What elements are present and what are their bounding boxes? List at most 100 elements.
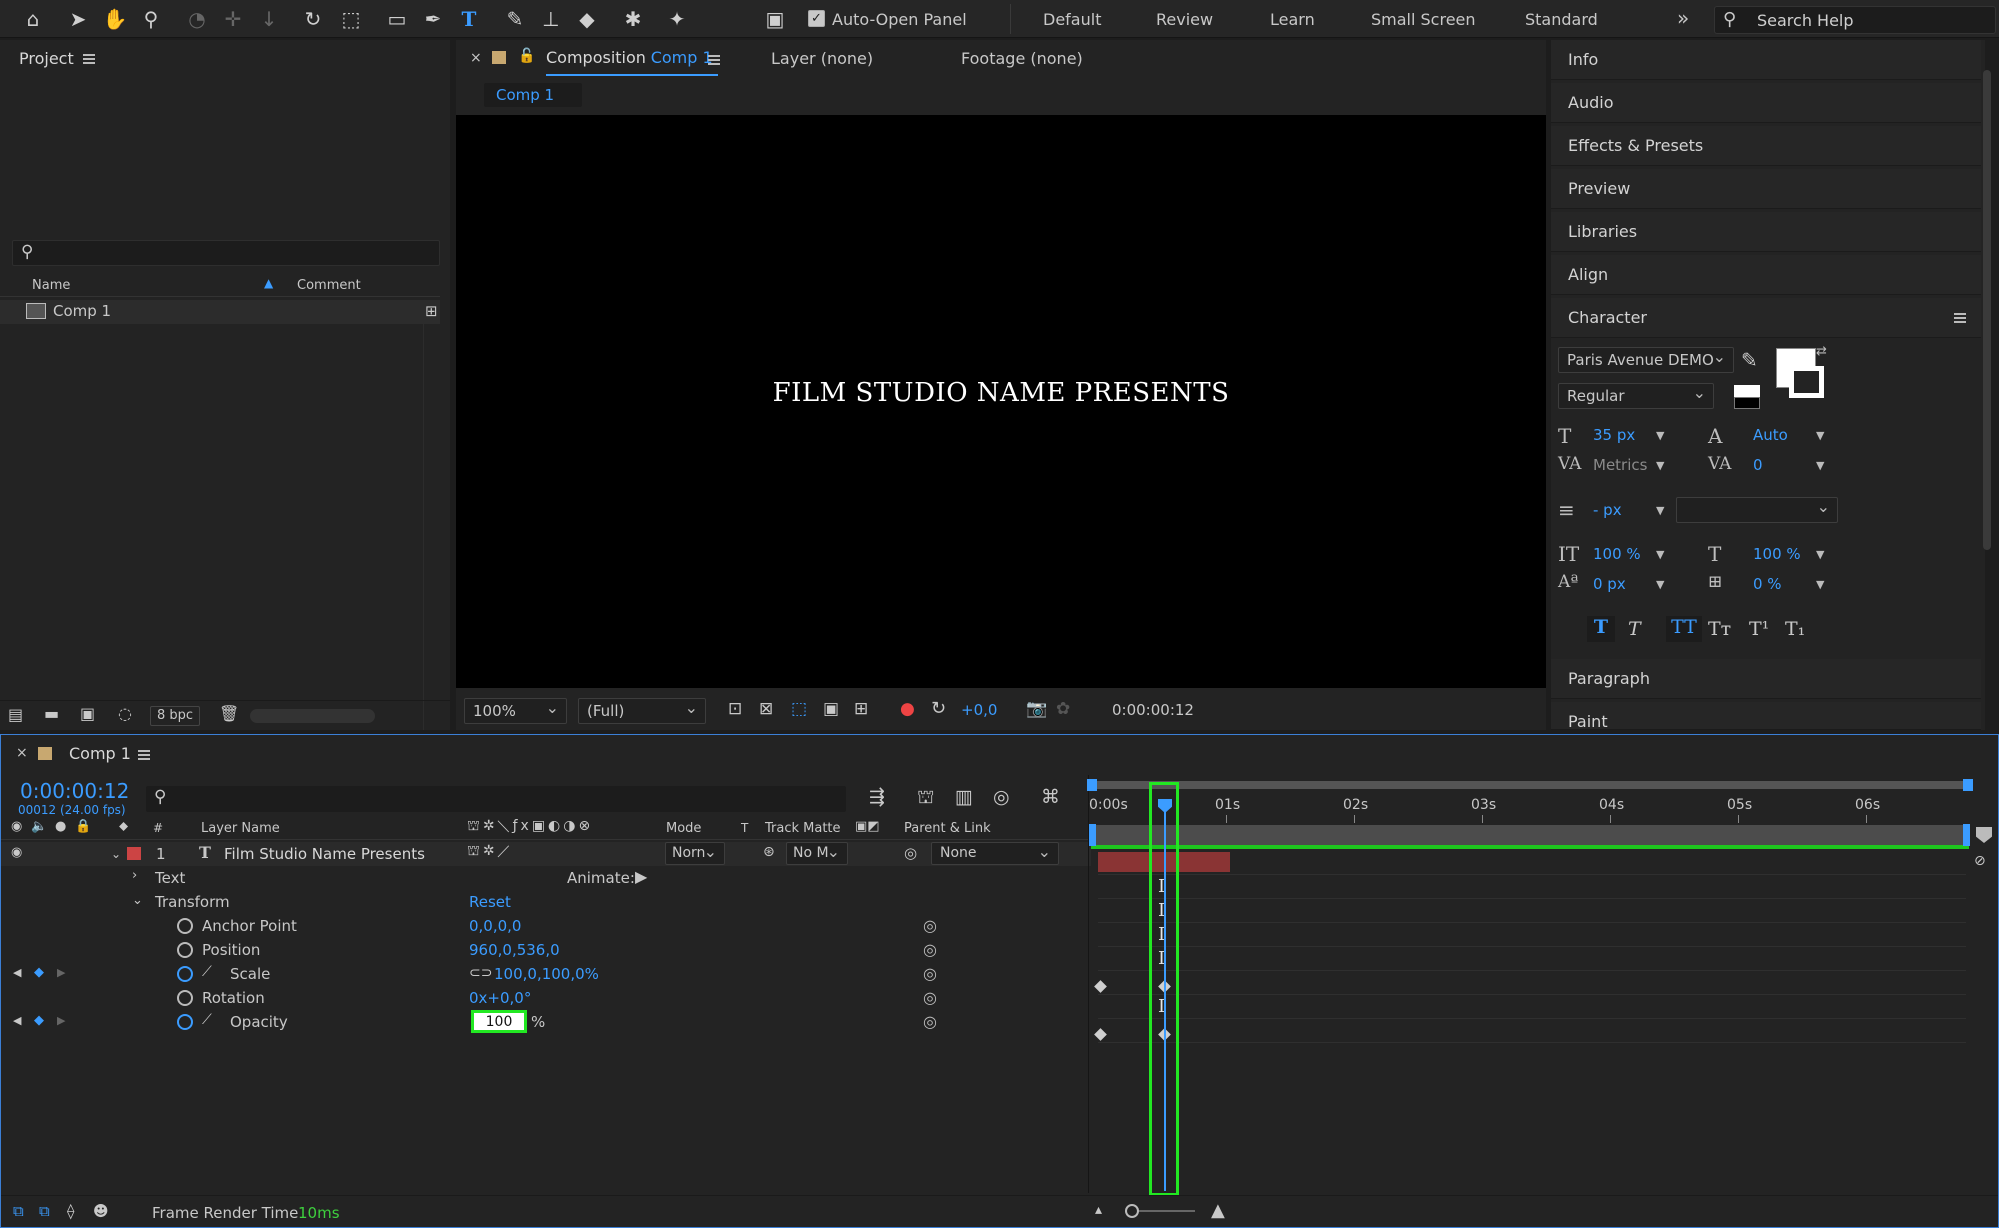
next-keyframe-icon[interactable]: ▶ xyxy=(57,1014,65,1027)
vertical-scale-value[interactable]: 100 % xyxy=(1593,545,1641,563)
stopwatch-icon[interactable] xyxy=(177,942,193,958)
render-time-toggle-icon[interactable]: ☻ xyxy=(93,1202,109,1220)
stroke-color-swatch[interactable] xyxy=(1789,366,1824,398)
orbit-tool-icon[interactable]: ◔ xyxy=(182,4,212,34)
leading-value[interactable]: Auto xyxy=(1753,426,1788,444)
font-style-dropdown[interactable]: Regular xyxy=(1558,383,1714,409)
project-menu-icon[interactable] xyxy=(83,54,95,64)
font-size-value[interactable]: 35 px xyxy=(1593,426,1635,444)
puppet-tool-icon[interactable]: ✦ xyxy=(662,4,692,34)
info-panel-header[interactable]: Info xyxy=(1551,40,1981,80)
type-tool-icon[interactable]: T xyxy=(454,4,484,34)
pan-tool-icon[interactable]: ✛ xyxy=(218,4,248,34)
rectangle-tool-icon[interactable]: ▭ xyxy=(382,4,412,34)
text-group-row[interactable]: › Text Animate: ▶ xyxy=(1,866,1091,890)
interpret-footage-icon[interactable]: ▤ xyxy=(8,705,23,724)
solo-icon[interactable]: ● xyxy=(55,819,66,834)
new-composition-icon[interactable]: ▣ xyxy=(80,704,95,723)
preview-panel-header[interactable]: Preview xyxy=(1551,169,1981,209)
transparency-grid-icon[interactable]: ⊠ xyxy=(759,699,773,719)
project-search-input[interactable]: ⚲ xyxy=(12,240,440,266)
stopwatch-icon[interactable] xyxy=(177,966,193,982)
eraser-tool-icon[interactable]: ◆ xyxy=(572,4,602,34)
frame-blending-icon[interactable]: ▥ xyxy=(955,786,973,808)
small-caps-icon[interactable]: Tт xyxy=(1708,618,1731,640)
bit-depth-button[interactable]: 8 bpc xyxy=(150,706,200,726)
grid-guides-icon[interactable]: ⊞ xyxy=(854,699,868,719)
timeline-tab-title[interactable]: Comp 1 xyxy=(69,744,131,763)
time-navigator-bar[interactable] xyxy=(1091,781,1971,789)
zoom-tool-icon[interactable]: ⚲ xyxy=(136,4,166,34)
property-value[interactable]: 0,0,0,0 xyxy=(469,917,521,935)
eye-icon[interactable]: ◉ xyxy=(11,819,22,834)
hand-tool-icon[interactable]: ✋ xyxy=(100,4,130,34)
baseline-shift-value[interactable]: 0 px xyxy=(1593,575,1626,593)
close-icon[interactable]: × xyxy=(470,50,482,66)
opacity-keyframe-start[interactable] xyxy=(1094,1028,1107,1041)
work-area-start[interactable] xyxy=(1089,824,1096,846)
zoom-dropdown[interactable]: 100% xyxy=(464,698,567,724)
project-settings-icon[interactable]: ◌ xyxy=(118,704,132,723)
chevron-down-icon[interactable]: ▼ xyxy=(1816,578,1824,591)
work-area-bar[interactable] xyxy=(1091,825,1969,845)
workspace-review[interactable]: Review xyxy=(1156,10,1213,29)
chevron-down-icon[interactable]: ▼ xyxy=(1816,548,1824,561)
chevron-down-icon[interactable]: ⌄ xyxy=(132,893,143,908)
work-area-end[interactable] xyxy=(1963,824,1970,846)
viewer-menu-icon[interactable] xyxy=(708,55,720,65)
swap-colors-icon[interactable]: ⇄ xyxy=(1816,344,1827,359)
faux-bold-icon[interactable]: T xyxy=(1587,616,1615,642)
eyedropper-icon[interactable]: ✎ xyxy=(1741,348,1758,372)
align-panel-header[interactable]: Align xyxy=(1551,255,1981,295)
pick-whip-icon[interactable]: ◎ xyxy=(904,844,917,862)
home-icon[interactable]: ⌂ xyxy=(18,4,48,34)
pick-whip-icon[interactable]: ◎ xyxy=(923,988,937,1007)
workspace-small-screen[interactable]: Small Screen xyxy=(1371,10,1476,29)
stopwatch-icon[interactable] xyxy=(177,990,193,1006)
character-menu-icon[interactable] xyxy=(1954,313,1966,323)
workspace-overflow-button[interactable]: » xyxy=(1677,6,1689,30)
property-row-opacity[interactable]: ◀ ◆ ▶ ⟋ Opacity 100 % ◎ xyxy=(1,1010,1091,1034)
tab-composition[interactable]: Composition Comp 1 xyxy=(546,48,713,67)
matte-link-icon[interactable]: ⊛ xyxy=(763,844,775,860)
in-out-toggle-icon[interactable]: ⟠ xyxy=(67,1202,74,1220)
resolution-dropdown[interactable]: (Full) xyxy=(578,698,706,724)
kerning-value[interactable]: Metrics xyxy=(1593,456,1647,474)
stopwatch-icon[interactable] xyxy=(177,1014,193,1030)
property-value[interactable]: 0x+0,0° xyxy=(469,989,531,1007)
horizontal-scale-value[interactable]: 100 % xyxy=(1753,545,1801,563)
column-name[interactable]: Name xyxy=(32,278,70,293)
chevron-right-icon[interactable]: › xyxy=(132,868,137,883)
pick-whip-icon[interactable]: ◎ xyxy=(923,916,937,935)
selection-tool-icon[interactable]: ➤ xyxy=(63,4,93,34)
viewer-timecode[interactable]: 0:00:00:12 xyxy=(1112,701,1194,719)
chevron-down-icon[interactable]: ▼ xyxy=(1816,459,1824,472)
workspace-standard[interactable]: Standard xyxy=(1525,10,1598,29)
chevron-down-icon[interactable]: ▼ xyxy=(1816,429,1824,442)
roto-brush-tool-icon[interactable]: ✱ xyxy=(618,4,648,34)
add-keyframe-icon[interactable]: ◆ xyxy=(34,1013,44,1028)
font-family-dropdown[interactable]: Paris Avenue DEMO xyxy=(1558,347,1734,373)
new-folder-icon[interactable]: ▬ xyxy=(44,704,59,723)
comp-mini-flowchart-icon[interactable]: ⇶ xyxy=(869,786,885,808)
thumbnail-slider[interactable] xyxy=(250,709,375,723)
graph-icon[interactable]: ⟋ xyxy=(202,964,212,980)
transfer-controls-toggle-icon[interactable]: ⧉ xyxy=(39,1202,50,1220)
composition-canvas[interactable]: FILM STUDIO NAME PRESENTS xyxy=(456,115,1546,688)
column-comment[interactable]: Comment xyxy=(297,278,361,293)
opacity-input[interactable]: 100 xyxy=(471,1010,527,1033)
lock-icon[interactable]: 🔒 xyxy=(75,819,91,834)
set-white-icon[interactable] xyxy=(1734,385,1760,397)
navigator-start-handle[interactable] xyxy=(1087,779,1097,791)
visibility-eye-icon[interactable]: ◉ xyxy=(11,845,22,860)
shy-layers-icon[interactable]: ⛫ xyxy=(917,786,934,811)
chevron-down-icon[interactable]: ⌄ xyxy=(111,847,121,861)
faux-italic-icon[interactable]: T xyxy=(1628,618,1641,640)
chevron-down-icon[interactable]: ▼ xyxy=(1656,578,1664,591)
show-snapshot-icon[interactable]: ✿ xyxy=(1056,699,1070,719)
chevron-down-icon[interactable]: ▼ xyxy=(1656,429,1664,442)
dolly-tool-icon[interactable]: ↓ xyxy=(254,4,284,34)
sort-ascending-icon[interactable]: ▲ xyxy=(264,276,273,290)
animate-menu-icon[interactable]: ▶ xyxy=(635,867,647,886)
property-value[interactable]: 960,0,536,0 xyxy=(469,941,560,959)
